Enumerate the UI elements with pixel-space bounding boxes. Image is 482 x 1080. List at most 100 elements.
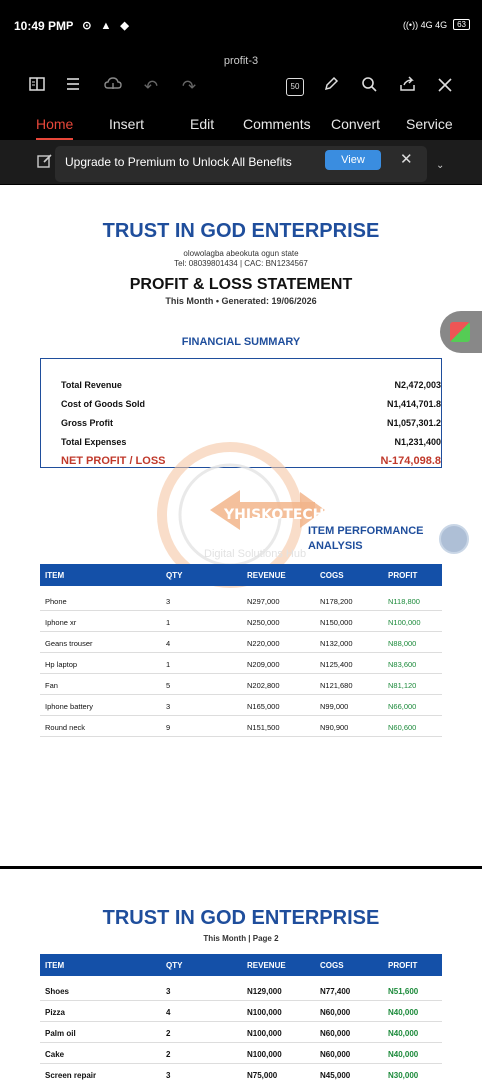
premium-text: Upgrade to Premium to Unlock All Benefit…	[65, 155, 292, 169]
summary-value: N1,231,400	[394, 437, 441, 447]
cell-qty: 9	[166, 723, 171, 732]
tab-home[interactable]: Home	[36, 116, 73, 132]
banner-close-icon[interactable]: ✕	[400, 150, 413, 168]
table-row: Geans trouser 4 N220,000 N132,000 N88,00…	[40, 632, 442, 653]
header-revenue: REVENUE	[247, 961, 286, 970]
pen-icon[interactable]	[320, 76, 342, 98]
edit-icon[interactable]	[37, 153, 53, 174]
cell-qty: 3	[166, 702, 171, 711]
premium-banner-bar: Upgrade to Premium to Unlock All Benefit…	[0, 140, 482, 184]
tab-insert[interactable]: Insert	[109, 116, 144, 132]
cell-cogs: N60,000	[320, 1029, 351, 1038]
table-row: Screen repair 3 N75,000 N45,000 N30,000	[40, 1064, 442, 1080]
view-button[interactable]: View	[325, 150, 381, 170]
tab-service[interactable]: Service	[406, 116, 453, 132]
table-row: Iphone xr 1 N250,000 N150,000 N100,000	[40, 611, 442, 632]
header-cogs: COGS	[320, 961, 344, 970]
summary-label: Cost of Goods Sold	[61, 399, 145, 409]
header-revenue: REVENUE	[247, 571, 286, 580]
cell-item: Screen repair	[45, 1071, 97, 1080]
table-row: Round neck 9 N151,500 N90,900 N60,600	[40, 716, 442, 737]
tab-edit[interactable]: Edit	[190, 116, 214, 132]
cell-cogs: N121,680	[320, 681, 353, 690]
table-row: Palm oil 2 N100,000 N60,000 N40,000	[40, 1022, 442, 1043]
notification-icons: P ⊙ ▲ ◆	[66, 20, 132, 32]
cell-revenue: N100,000	[247, 1008, 282, 1017]
header-qty: QTY	[166, 961, 183, 970]
summary-label: Gross Profit	[61, 418, 114, 428]
cell-revenue: N209,000	[247, 660, 280, 669]
cell-item: Shoes	[45, 987, 70, 996]
cell-qty: 1	[166, 660, 171, 669]
document-title: profit-3	[223, 55, 259, 67]
cell-cogs: N45,000	[320, 1071, 351, 1080]
cell-profit: N66,000	[388, 702, 417, 711]
book-icon[interactable]	[26, 76, 48, 98]
cell-item: Round neck	[45, 723, 86, 732]
watermark-brand: YHISKOTECH	[224, 507, 325, 523]
cell-cogs: N77,400	[320, 987, 351, 996]
cell-qty: 3	[166, 597, 171, 606]
document-page-1: TRUST IN GOD ENTERPRISE olowolagba abeok…	[0, 185, 482, 866]
cell-qty: 3	[166, 987, 171, 996]
company-name: TRUST IN GOD ENTERPRISE	[102, 220, 380, 242]
tab-comments[interactable]: Comments	[243, 116, 311, 132]
item-performance-title: ITEM PERFORMANCE	[308, 525, 424, 537]
financial-summary-title: FINANCIAL SUMMARY	[181, 336, 301, 348]
summary-label: Total Revenue	[61, 380, 122, 390]
menu-tabs: Home Insert Edit Comments Convert Servic…	[0, 116, 482, 138]
cell-item: Hp laptop	[45, 660, 78, 669]
tab-convert[interactable]: Convert	[331, 116, 380, 132]
cell-qty: 2	[166, 1029, 171, 1038]
cell-cogs: N125,400	[320, 660, 353, 669]
cell-revenue: N129,000	[247, 987, 282, 996]
premium-banner: Upgrade to Premium to Unlock All Benefit…	[55, 146, 427, 182]
table-row: Iphone battery 3 N165,000 N99,000 N66,00…	[40, 695, 442, 716]
page-2-subtitle: This Month | Page 2	[203, 934, 279, 943]
chevron-down-icon[interactable]: ⌄	[436, 160, 444, 171]
summary-value: N-174,098.8	[380, 455, 441, 467]
close-icon[interactable]	[434, 76, 456, 98]
undo-icon[interactable]: ↶	[140, 76, 162, 98]
company-contact: Tel: 08039801434 | CAC: BN1234567	[174, 259, 308, 268]
cell-item: Geans trouser	[45, 639, 93, 648]
cell-profit: N60,600	[388, 723, 417, 732]
summary-value: N1,057,301.2	[386, 418, 441, 428]
cell-cogs: N60,000	[320, 1008, 351, 1017]
header-cogs: COGS	[320, 571, 344, 580]
cloud-save-icon[interactable]	[102, 76, 124, 98]
cell-cogs: N60,000	[320, 1050, 351, 1059]
cell-item: Iphone battery	[45, 702, 93, 711]
summary-label: Total Expenses	[61, 437, 127, 447]
header-item: ITEM	[45, 961, 65, 970]
side-apps-button[interactable]	[440, 311, 482, 353]
cell-qty: 2	[166, 1050, 171, 1059]
cell-revenue: N75,000	[247, 1071, 278, 1080]
cell-profit: N88,000	[388, 639, 417, 648]
network-icon: ((•)) 4G 4G	[402, 19, 448, 30]
cell-qty: 5	[166, 681, 171, 690]
cell-item: Pizza	[45, 1008, 66, 1017]
header-profit: PROFIT	[388, 961, 418, 970]
cell-profit: N100,000	[388, 618, 421, 627]
table-row: Pizza 4 N100,000 N60,000 N40,000	[40, 1001, 442, 1022]
redo-icon[interactable]: ↷	[178, 76, 200, 98]
cell-revenue: N151,500	[247, 723, 280, 732]
cell-revenue: N297,000	[247, 597, 280, 606]
search-icon[interactable]	[358, 76, 380, 98]
status-time: 10:49 PM	[14, 19, 67, 33]
cell-qty: 4	[166, 1008, 171, 1017]
watermark-tagline: Digital Solutions Hub	[204, 548, 307, 560]
menu-icon[interactable]	[62, 76, 84, 98]
zoom-level-button[interactable]: 50	[286, 78, 304, 96]
cell-profit: N40,000	[388, 1029, 419, 1038]
floating-assistant-button[interactable]	[439, 524, 469, 554]
share-icon[interactable]	[396, 76, 418, 98]
cell-item: Palm oil	[45, 1029, 76, 1038]
header-qty: QTY	[166, 571, 183, 580]
cell-cogs: N150,000	[320, 618, 353, 627]
summary-value: N1,414,701.8	[386, 399, 441, 409]
summary-value: N2,472,003	[394, 380, 441, 390]
table-row: Hp laptop 1 N209,000 N125,400 N83,600	[40, 653, 442, 674]
battery-icon: 63	[453, 19, 470, 30]
